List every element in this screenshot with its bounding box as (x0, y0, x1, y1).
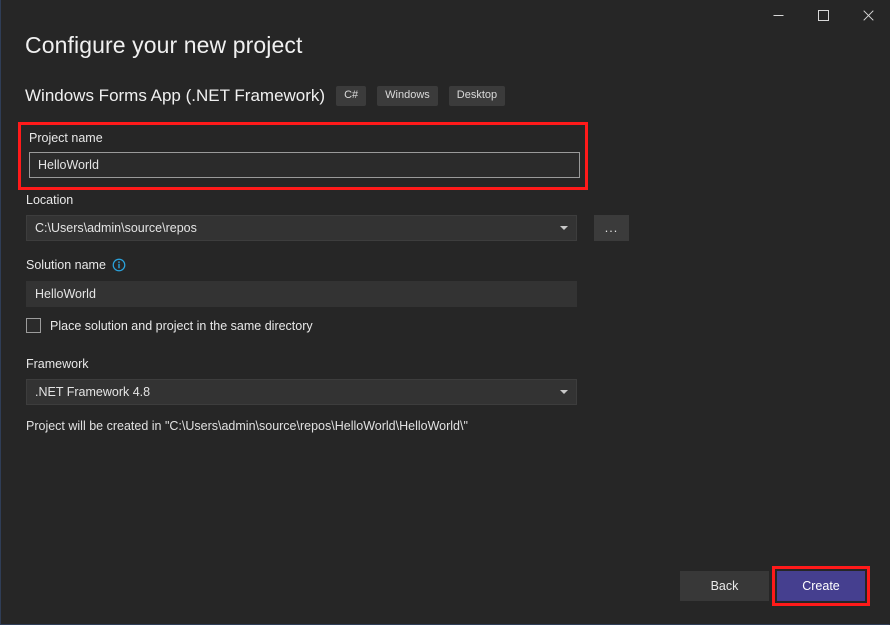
project-name-label: Project name (29, 131, 103, 145)
solution-name-label: Solution name (26, 258, 126, 272)
framework-value: .NET Framework 4.8 (35, 385, 150, 399)
tag-language: C# (336, 86, 366, 105)
create-button[interactable]: Create (777, 571, 865, 601)
browse-location-button[interactable]: ... (594, 215, 629, 241)
place-solution-same-directory-row[interactable]: Place solution and project in the same d… (26, 318, 313, 333)
maximize-button[interactable] (801, 0, 846, 30)
chevron-down-icon (560, 226, 568, 230)
close-icon (863, 10, 874, 21)
location-value: C:\Users\admin\source\repos (35, 221, 197, 235)
template-summary: Windows Forms App (.NET Framework) C# Wi… (25, 86, 505, 106)
place-solution-same-directory-label: Place solution and project in the same d… (50, 319, 313, 333)
project-name-highlight: Project name (18, 122, 588, 190)
close-button[interactable] (846, 0, 890, 30)
chevron-down-icon (560, 390, 568, 394)
configure-project-dialog: Configure your new project Windows Forms… (0, 0, 890, 625)
tag-project-type: Desktop (449, 86, 505, 105)
framework-combobox[interactable]: .NET Framework 4.8 (26, 379, 577, 405)
info-circle-icon[interactable] (112, 258, 126, 272)
minimize-button[interactable] (756, 0, 801, 30)
page-title: Configure your new project (25, 32, 302, 59)
project-path-note: Project will be created in "C:\Users\adm… (26, 419, 468, 433)
title-bar (1, 0, 890, 30)
place-solution-same-directory-checkbox[interactable] (26, 318, 41, 333)
maximize-icon (818, 10, 829, 21)
solution-name-input[interactable] (26, 281, 577, 307)
project-name-input[interactable] (29, 152, 580, 178)
template-name: Windows Forms App (.NET Framework) (25, 86, 325, 106)
location-label: Location (26, 193, 73, 207)
solution-name-label-text: Solution name (26, 258, 106, 272)
minimize-icon (773, 10, 784, 21)
location-combobox[interactable]: C:\Users\admin\source\repos (26, 215, 577, 241)
back-button[interactable]: Back (680, 571, 769, 601)
framework-label: Framework (26, 357, 89, 371)
tag-platform: Windows (377, 86, 438, 105)
